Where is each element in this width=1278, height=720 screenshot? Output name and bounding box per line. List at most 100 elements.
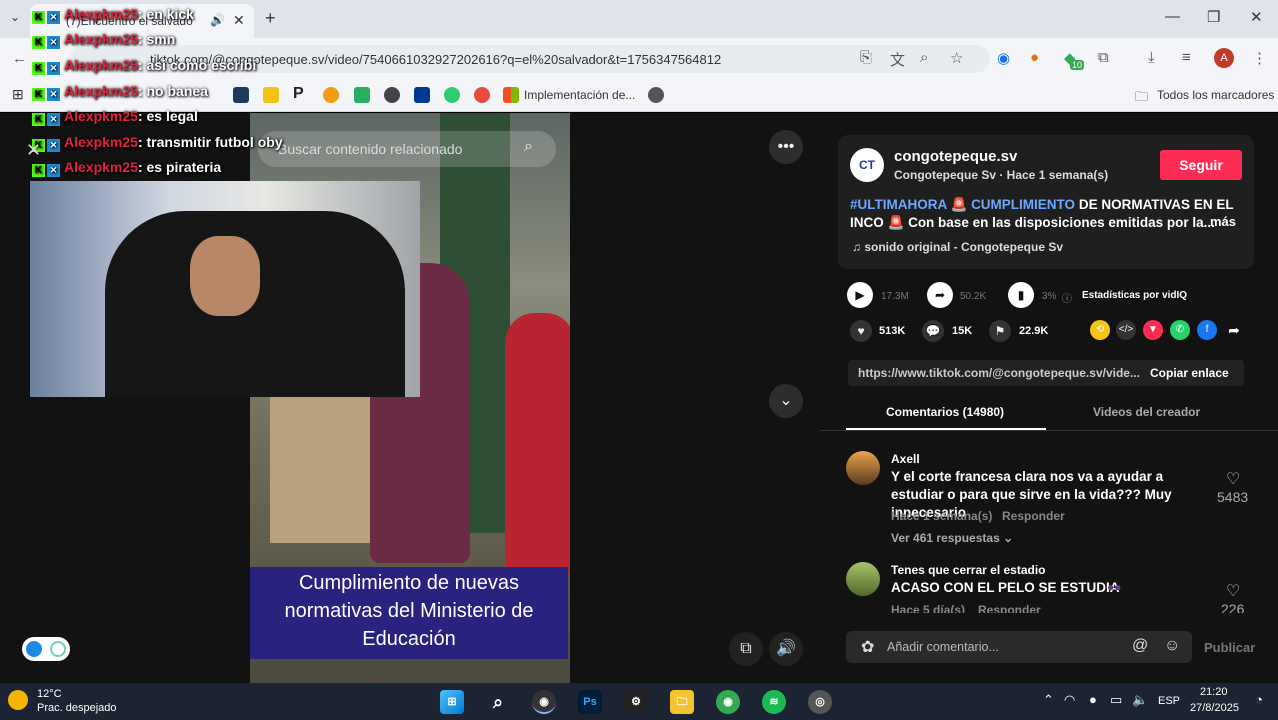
- obs-icon[interactable]: ◎: [808, 690, 832, 714]
- account-name[interactable]: congotepeque.sv: [894, 148, 1017, 165]
- bookmark-icon[interactable]: [263, 87, 279, 103]
- menu-icon[interactable]: ⋮: [1252, 49, 1267, 67]
- bookmark-p-icon[interactable]: P: [293, 85, 304, 103]
- playstation-icon[interactable]: [414, 87, 430, 103]
- clock-date[interactable]: 27/8/2025: [1190, 702, 1239, 714]
- back-icon[interactable]: ←: [12, 50, 27, 67]
- speaker-icon[interactable]: 🔈: [1132, 692, 1148, 708]
- close-window-icon[interactable]: ✕: [1250, 8, 1263, 26]
- translate-icon[interactable]: 文: [890, 49, 905, 70]
- search-icon[interactable]: ⌕: [524, 138, 533, 156]
- comment-username[interactable]: Axell: [891, 452, 920, 466]
- comment-heart-icon[interactable]: ♡: [1226, 469, 1240, 489]
- bookmark-implementacion[interactable]: Implementación de...: [524, 88, 635, 102]
- bookmark-icon[interactable]: [384, 87, 400, 103]
- extensions-puzzle-icon[interactable]: ⧉: [1098, 49, 1109, 66]
- chat-username: Alexpkm25: [64, 6, 138, 22]
- photoshop-icon[interactable]: Ps: [578, 690, 602, 714]
- bookmark-icon[interactable]: ⚑: [989, 320, 1011, 342]
- profile-avatar[interactable]: A: [1214, 48, 1234, 68]
- embed-icon[interactable]: </>: [1116, 320, 1136, 340]
- zoom-icon[interactable]: ⌕: [920, 49, 928, 66]
- tab-creator-videos[interactable]: Videos del creador: [1093, 405, 1200, 419]
- more-options-icon[interactable]: •••: [769, 130, 803, 164]
- windows-start-icon[interactable]: ⊞: [440, 690, 464, 714]
- volume-icon[interactable]: 🔊: [769, 632, 803, 666]
- bookmark-icon[interactable]: [444, 87, 460, 103]
- play-icon[interactable]: ▶: [847, 282, 873, 308]
- share-more-icon[interactable]: ➦: [1224, 320, 1244, 340]
- all-bookmarks[interactable]: Todos los marcadores: [1157, 88, 1274, 102]
- share-arrow-icon[interactable]: ➦: [927, 282, 953, 308]
- extension-icon[interactable]: ◉: [997, 49, 1010, 67]
- bookmark-icon[interactable]: [354, 87, 370, 103]
- bookmark-star-icon[interactable]: ☆: [950, 49, 963, 67]
- close-tab-icon[interactable]: ✕: [233, 12, 245, 29]
- hashtag-cumplimiento[interactable]: CUMPLIMIENTO: [971, 197, 1075, 212]
- whatsapp-icon[interactable]: ✆: [1170, 320, 1190, 340]
- chat-badge-icon: ✕: [47, 36, 60, 49]
- bookmark-icon[interactable]: [474, 87, 490, 103]
- bookmark-icon[interactable]: [323, 87, 339, 103]
- mention-icon[interactable]: @: [1132, 637, 1148, 655]
- tray-chevron-icon[interactable]: ⌃: [1043, 692, 1054, 708]
- bookmark-icon[interactable]: [233, 87, 249, 103]
- sound-link[interactable]: ♫ sonido original - Congotepeque Sv: [852, 240, 1063, 254]
- apps-grid-icon[interactable]: ⊞: [12, 86, 24, 103]
- minimize-icon[interactable]: —: [1165, 8, 1180, 25]
- microsoft-icon: [503, 87, 519, 103]
- media-control-icon[interactable]: ≡: [1182, 49, 1191, 66]
- microphone-icon[interactable]: ●: [1089, 692, 1097, 707]
- chrome-profile-icon[interactable]: ◉: [716, 690, 740, 714]
- weather-icon[interactable]: [8, 690, 28, 710]
- hashtag-ultimahora[interactable]: #ULTIMAHORA: [850, 197, 947, 212]
- comment-username[interactable]: Tenes que cerrar el estadio: [891, 563, 1046, 577]
- restore-icon[interactable]: ❐: [1207, 8, 1220, 26]
- stats-bars-icon[interactable]: ▮: [1008, 282, 1034, 308]
- reply-button[interactable]: Responder: [1002, 509, 1065, 523]
- more-link[interactable]: más: [1210, 214, 1236, 229]
- repost-icon[interactable]: ⟲: [1090, 320, 1110, 340]
- comment-avatar[interactable]: [846, 451, 880, 485]
- chat-message: K ✕ Alexpkm25: es legal: [32, 108, 198, 128]
- comment-icon[interactable]: 💬: [922, 320, 944, 342]
- language-indicator[interactable]: ESP: [1158, 695, 1180, 707]
- globe-icon[interactable]: [648, 87, 664, 103]
- emoji-picker-icon[interactable]: ☺: [1164, 637, 1180, 655]
- wifi-icon[interactable]: ◠: [1064, 692, 1075, 708]
- chrome-icon[interactable]: ◉: [532, 690, 556, 714]
- clock-time[interactable]: 21:20: [1200, 686, 1228, 698]
- chat-username: Alexpkm25: [64, 108, 138, 124]
- new-tab-icon[interactable]: +: [265, 8, 276, 29]
- account-avatar[interactable]: CT: [850, 148, 884, 182]
- install-icon[interactable]: ⎘: [860, 49, 872, 66]
- close-overlay-icon[interactable]: ✕: [26, 140, 41, 161]
- follow-button[interactable]: Seguir: [1160, 150, 1242, 180]
- reply-button[interactable]: Responder: [978, 603, 1041, 613]
- tab-search-icon[interactable]: ⌄: [10, 10, 20, 24]
- publish-button[interactable]: Publicar: [1204, 640, 1255, 655]
- file-explorer-icon[interactable]: 🗀: [670, 690, 694, 714]
- send-icon[interactable]: ▼: [1143, 320, 1163, 340]
- app-icon[interactable]: ⚙: [624, 690, 648, 714]
- search-icon[interactable]: ⌕: [486, 690, 510, 714]
- download-icon[interactable]: ⤓: [1148, 49, 1155, 66]
- battery-icon[interactable]: ▭: [1110, 692, 1122, 708]
- info-icon[interactable]: ⓘ: [1062, 290, 1072, 305]
- facebook-icon[interactable]: f: [1197, 320, 1217, 340]
- comment-heart-icon[interactable]: ♡: [1226, 581, 1240, 601]
- view-replies[interactable]: Ver 461 respuestas ⌄: [891, 531, 1013, 545]
- spotify-icon[interactable]: ≋: [762, 690, 786, 714]
- next-video-chevron-icon[interactable]: ⌄: [769, 384, 803, 418]
- comment-avatar[interactable]: [846, 562, 880, 596]
- sticker-icon[interactable]: ✿: [861, 637, 874, 657]
- floating-player-icon[interactable]: ⧉: [729, 632, 763, 666]
- notification-icon[interactable]: ◔: [1255, 692, 1263, 707]
- share-link[interactable]: https://www.tiktok.com/@congotepeque.sv/…: [858, 366, 1140, 380]
- extension-icon[interactable]: ●: [1030, 49, 1039, 66]
- heart-icon[interactable]: ♥: [850, 320, 872, 342]
- audio-icon[interactable]: 🔊: [210, 13, 225, 27]
- copy-link-button[interactable]: Copiar enlace: [1150, 366, 1229, 380]
- toggle-switch[interactable]: [22, 637, 70, 661]
- tab-comments[interactable]: Comentarios (14980): [886, 405, 1004, 419]
